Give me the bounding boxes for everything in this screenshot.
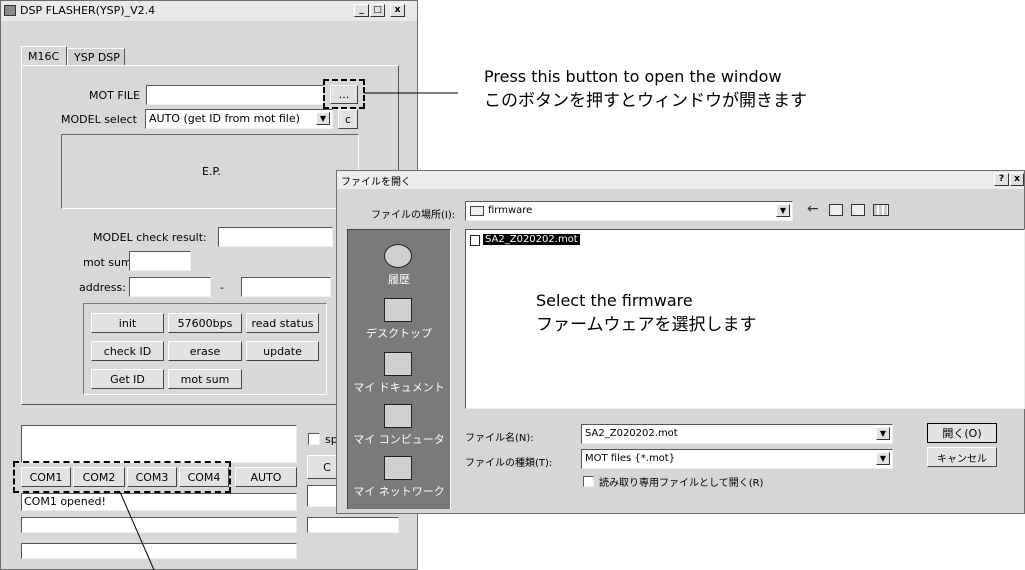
history-icon xyxy=(384,244,412,268)
press-annotation-ja: このボタンを押すとウィンドウが開きます xyxy=(484,91,807,111)
desktop-icon xyxy=(384,298,412,322)
chevron-down-icon[interactable]: ▼ xyxy=(876,427,890,440)
places-my-computer-label: マイ コンピュータ xyxy=(353,433,445,446)
places-my-computer[interactable]: マイ コンピュータ xyxy=(348,404,450,452)
filename-label: ファイル名(N): xyxy=(465,433,534,444)
look-in-label: ファイルの場所(I): xyxy=(371,210,456,221)
com-leader-line xyxy=(119,491,155,570)
file-item-label: SA2_Z020202.mot xyxy=(483,234,580,245)
places-bar: 履歴 デスクトップ マイ ドキュメント マイ コンピュータ マイ ネットワーク xyxy=(347,229,451,509)
open-file-dialog: ファイルを開く ? x ファイルの場所(I): firmware ▼ ← 履歴 … xyxy=(336,170,1025,514)
filename-value: SA2_Z020202.mot xyxy=(585,428,678,439)
places-desktop[interactable]: デスクトップ xyxy=(348,298,450,346)
look-in-select[interactable]: firmware ▼ xyxy=(465,201,793,221)
file-icon xyxy=(470,235,480,246)
chevron-down-icon[interactable]: ▼ xyxy=(876,452,890,465)
folder-icon xyxy=(470,206,484,216)
places-my-network[interactable]: マイ ネットワーク xyxy=(348,456,450,504)
dialog-titlebar: ファイルを開く ? x xyxy=(337,171,1024,189)
readonly-label: 読み取り専用ファイルとして開く(R) xyxy=(599,478,764,489)
cancel-button[interactable]: キャンセル xyxy=(927,447,997,467)
places-desktop-label: デスクトップ xyxy=(366,327,432,340)
filetype-label: ファイルの種類(T): xyxy=(465,458,553,469)
look-in-value: firmware xyxy=(488,205,533,216)
dialog-title: ファイルを開く xyxy=(341,177,411,188)
new-folder-icon[interactable] xyxy=(851,204,865,216)
places-my-network-label: マイ ネットワーク xyxy=(353,485,445,498)
help-button[interactable]: ? xyxy=(994,173,1009,186)
places-my-documents[interactable]: マイ ドキュメント xyxy=(348,352,450,400)
places-my-documents-label: マイ ドキュメント xyxy=(353,381,445,394)
filename-input[interactable]: SA2_Z020202.mot ▼ xyxy=(581,424,893,444)
my-documents-icon xyxy=(384,352,412,376)
places-history-label: 履歴 xyxy=(388,273,410,286)
select-annotation-ja: ファームウェアを選択します xyxy=(536,315,757,335)
dialog-close-button[interactable]: x xyxy=(1010,173,1024,186)
my-network-icon xyxy=(384,456,412,480)
view-menu-icon[interactable] xyxy=(873,204,889,216)
up-folder-icon[interactable] xyxy=(829,204,843,216)
places-history[interactable]: 履歴 xyxy=(348,244,450,292)
chevron-down-icon[interactable]: ▼ xyxy=(776,204,790,217)
filetype-select[interactable]: MOT files {*.mot} ▼ xyxy=(581,449,893,469)
back-icon[interactable]: ← xyxy=(807,201,819,217)
select-annotation-en: Select the firmware xyxy=(536,291,693,310)
my-computer-icon xyxy=(384,404,412,428)
readonly-checkbox[interactable] xyxy=(583,476,594,487)
press-annotation-en: Press this button to open the window xyxy=(484,67,782,86)
filetype-value: MOT files {*.mot} xyxy=(585,453,676,464)
open-button[interactable]: 開く(O) xyxy=(927,423,997,443)
